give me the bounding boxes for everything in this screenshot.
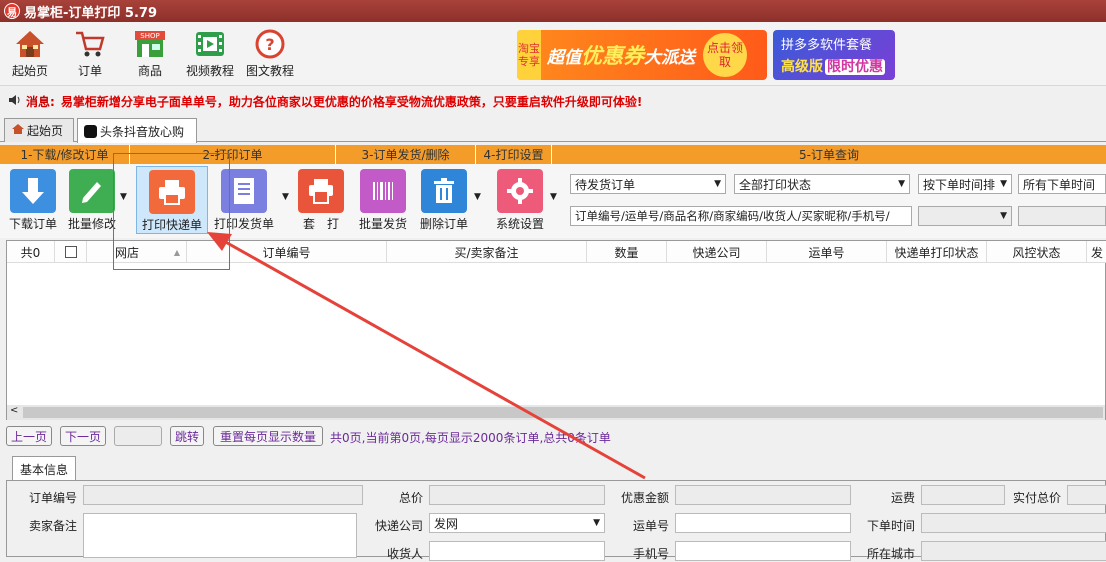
annotation-arrow [207, 232, 646, 480]
